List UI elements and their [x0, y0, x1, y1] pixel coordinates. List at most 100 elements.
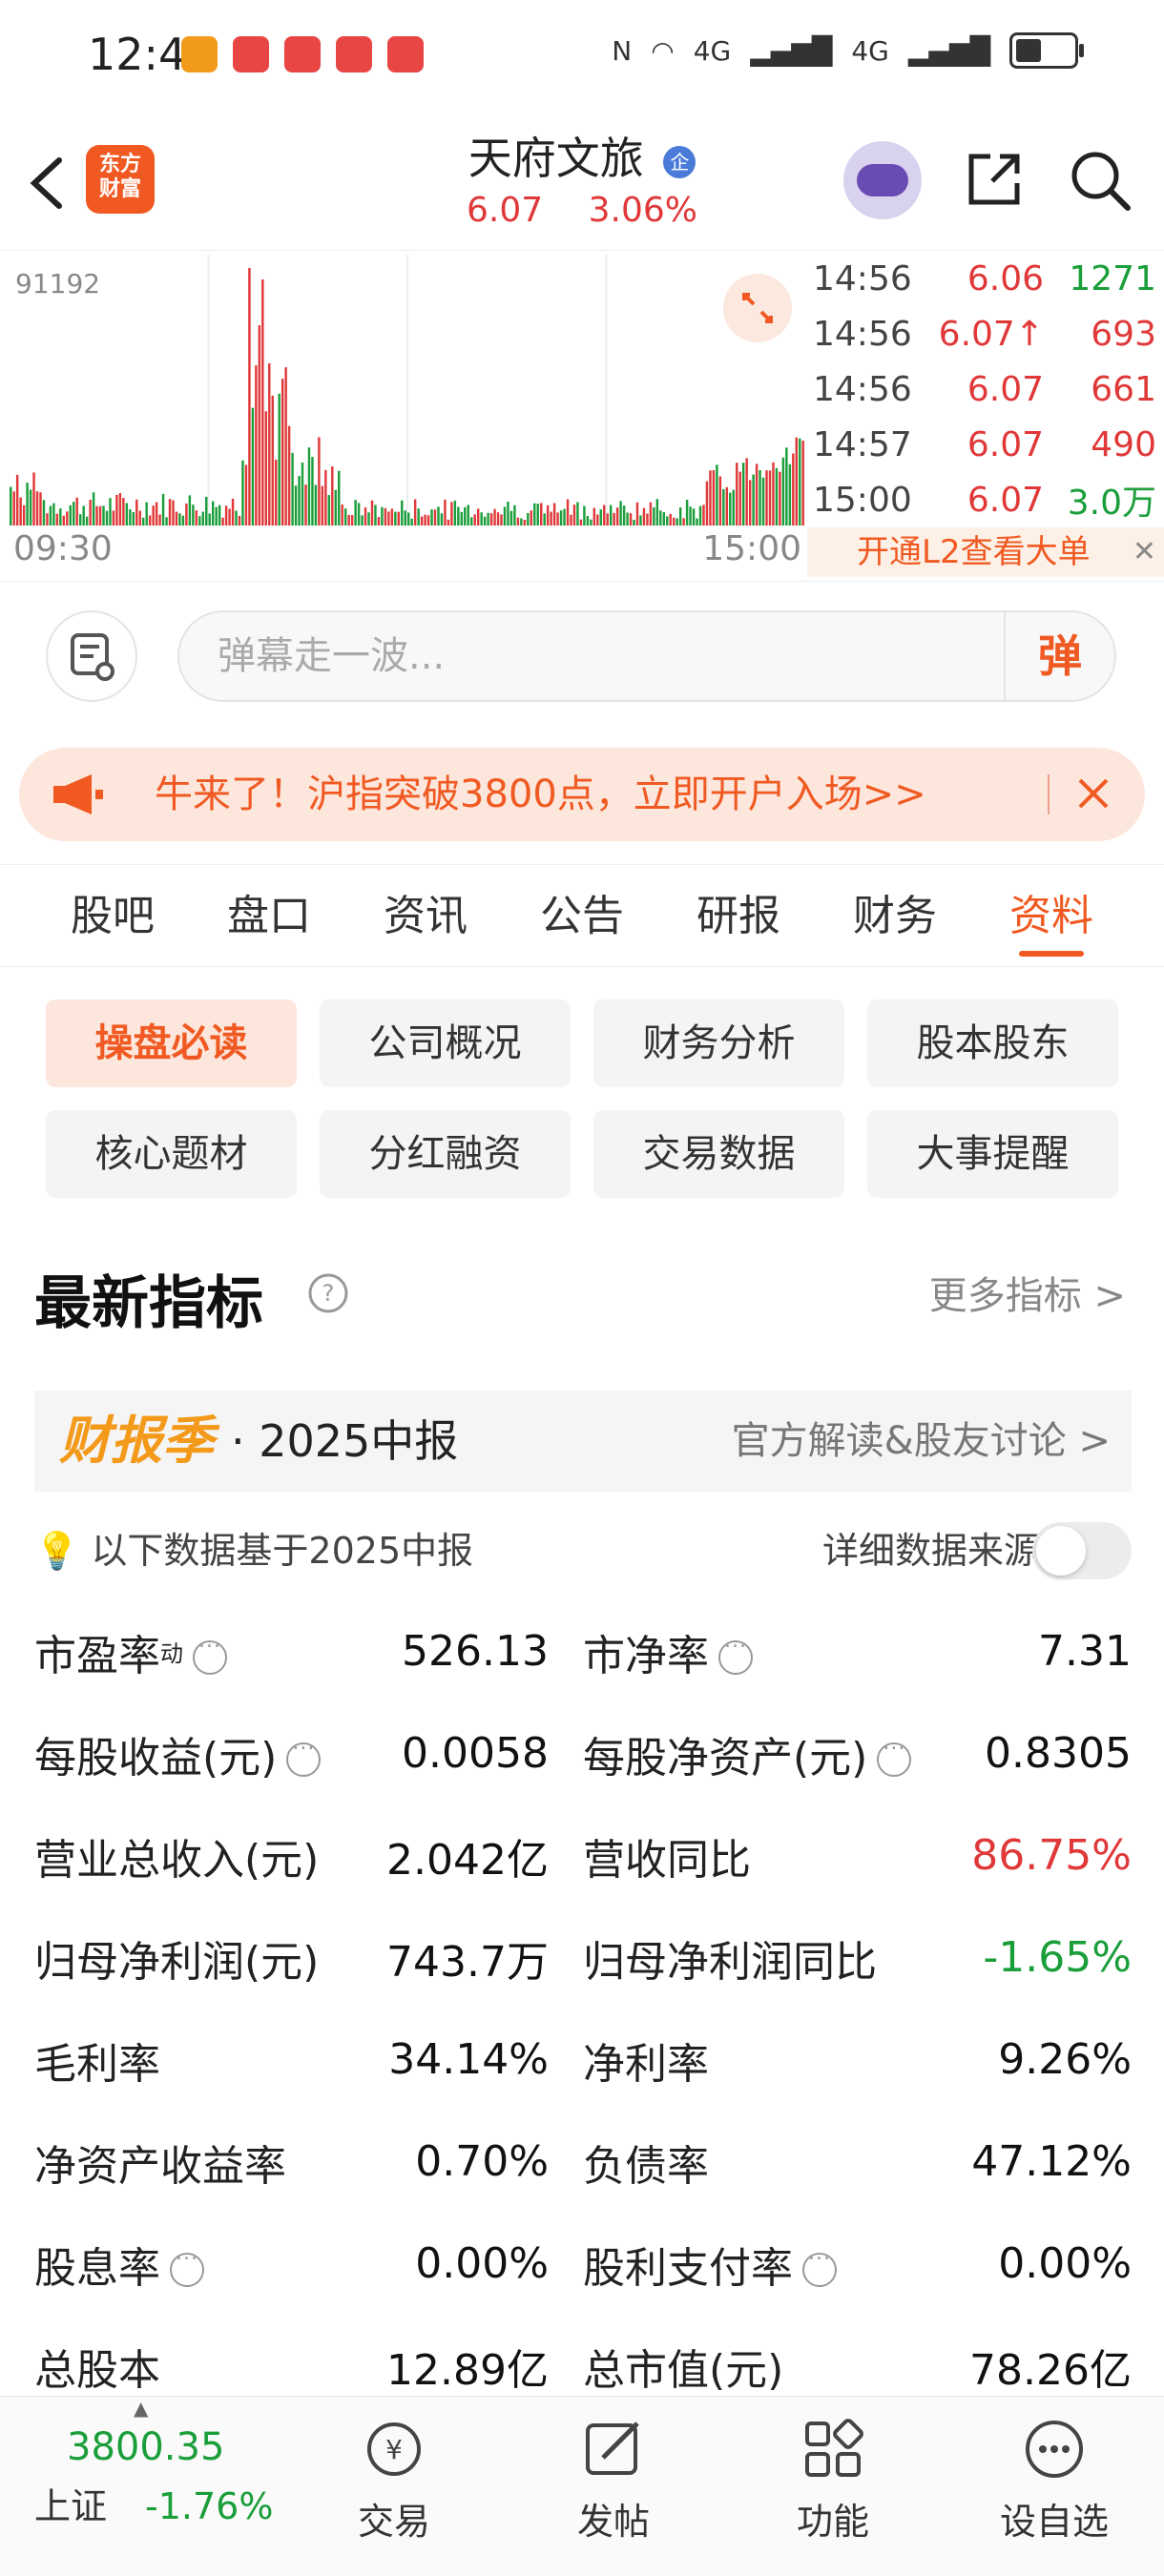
- info-icon[interactable]: [193, 1629, 227, 1675]
- danmu-send-button[interactable]: 弹: [1004, 612, 1114, 700]
- nav-functions[interactable]: 功能: [761, 2416, 904, 2545]
- subtab-5[interactable]: 分红融资: [320, 1110, 571, 1198]
- volume-bar: [496, 512, 500, 526]
- volume-bar: [530, 510, 533, 526]
- official-discussion-link[interactable]: 官方解读&股友讨论 >: [732, 1391, 1111, 1492]
- report-season-bar[interactable]: 财报季 · 2025中报 官方解读&股友讨论 >: [34, 1391, 1132, 1492]
- nav-watchlist[interactable]: 设自选: [983, 2416, 1126, 2545]
- volume-bar: [19, 497, 22, 526]
- volume-bar: [633, 519, 635, 526]
- volume-bar: [570, 514, 572, 526]
- tick-time: 14:57: [813, 424, 912, 464]
- volume-bar: [238, 515, 241, 526]
- subtab-4[interactable]: 核心题材: [46, 1110, 297, 1198]
- volume-bar: [255, 365, 258, 526]
- indicator-label: 归母净利润(元): [34, 1937, 320, 1987]
- info-icon[interactable]: [286, 1731, 322, 1777]
- indicator-value: 0.8305: [985, 1729, 1132, 1778]
- volume-bars: [10, 255, 804, 526]
- volume-bar: [718, 476, 722, 526]
- volume-bar: [550, 511, 552, 526]
- info-icon[interactable]: [877, 1731, 912, 1777]
- tab-5[interactable]: 财务: [853, 865, 937, 966]
- tab-1[interactable]: 盘口: [227, 865, 311, 966]
- indicator-cell: 每股收益(元) 0.0058: [34, 1723, 583, 1784]
- volume-bar: [241, 460, 244, 526]
- volume-bar: [145, 502, 148, 526]
- volume-bar: [586, 515, 590, 526]
- volume-bar: [307, 447, 311, 526]
- volume-bar: [596, 514, 599, 526]
- tab-4[interactable]: 研报: [696, 865, 780, 966]
- volume-bar: [314, 484, 318, 526]
- nav-post[interactable]: 发帖: [542, 2416, 685, 2545]
- x-end-label: 15:00: [702, 529, 801, 568]
- subtab-2[interactable]: 财务分析: [593, 999, 844, 1087]
- section-title: 最新指标: [34, 1270, 263, 1337]
- subtab-0[interactable]: 操盘必读: [46, 999, 297, 1087]
- help-icon[interactable]: ?: [307, 1272, 349, 1314]
- volume-bar: [384, 507, 387, 526]
- collapse-arrow-icon[interactable]: ▲: [134, 2397, 148, 2420]
- danmu-settings-icon: [71, 633, 114, 681]
- volume-bar: [761, 477, 765, 526]
- volume-bar: [78, 514, 82, 526]
- volume-bar: [792, 453, 795, 526]
- subtab-7[interactable]: 大事提醒: [867, 1110, 1118, 1198]
- volume-bar: [606, 513, 609, 526]
- close-icon[interactable]: [1074, 774, 1112, 813]
- subtab-3[interactable]: 股本股东: [867, 999, 1118, 1087]
- volume-bar: [705, 481, 709, 526]
- danmu-settings-button[interactable]: [46, 610, 137, 702]
- indicator-label: 每股收益(元): [34, 1733, 278, 1783]
- close-icon[interactable]: ✕: [1133, 527, 1156, 577]
- indicator-label: 归母净利润同比: [583, 1937, 877, 1987]
- volume-bar: [629, 513, 633, 526]
- expand-icon[interactable]: [723, 274, 792, 342]
- volume-bar: [615, 507, 619, 526]
- volume-bar: [26, 483, 29, 526]
- network-label: 4G: [693, 34, 732, 67]
- info-icon[interactable]: [170, 2241, 204, 2287]
- tick-row: 14:56 6.07 661: [813, 361, 1164, 417]
- volume-bar: [377, 517, 381, 526]
- indicator-label: 负债率: [583, 2141, 709, 2191]
- share-icon[interactable]: [964, 149, 1025, 210]
- volume-bar: [52, 503, 55, 526]
- promo-banner[interactable]: 牛来了！沪指突破3800点，立即开户入场>>: [19, 748, 1145, 841]
- indicator-value: 7.31: [1038, 1627, 1132, 1676]
- l2-upgrade-link[interactable]: 开通L2查看大单 ✕: [807, 527, 1164, 577]
- info-icon[interactable]: [802, 2241, 837, 2287]
- volume-bar: [676, 518, 678, 526]
- volume-bar: [192, 505, 195, 526]
- search-icon[interactable]: [1067, 147, 1133, 214]
- subtab-1[interactable]: 公司概况: [320, 999, 571, 1087]
- volume-bar: [609, 505, 613, 526]
- tab-0[interactable]: 股吧: [71, 865, 155, 966]
- nav-trade[interactable]: ¥ 交易: [322, 2416, 466, 2545]
- indicator-cell: 净利率 9.26%: [583, 2030, 1132, 2091]
- tab-2[interactable]: 资讯: [384, 865, 468, 966]
- volume-bar: [592, 507, 596, 526]
- volume-bar: [613, 512, 615, 526]
- more-indicators-link[interactable]: 更多指标 >: [929, 1265, 1126, 1320]
- assistant-robot-icon[interactable]: [843, 141, 922, 219]
- volume-bar: [62, 515, 66, 526]
- tab-6[interactable]: 资料: [1009, 865, 1093, 966]
- indicator-row: 市盈率动 526.13 市净率 7.31: [34, 1600, 1132, 1702]
- volume-bar: [118, 493, 122, 526]
- index-name: 上证: [34, 2485, 108, 2527]
- detail-tabs: 股吧 盘口 资讯 公告 研报 财务 资料: [0, 864, 1164, 967]
- danmu-input[interactable]: 弹幕走一波... 弹: [177, 610, 1116, 702]
- data-source-toggle[interactable]: [1032, 1522, 1132, 1579]
- volume-bar: [483, 516, 487, 526]
- indicator-row: 归母净利润(元) 743.7万 归母净利润同比 -1.65%: [34, 1906, 1132, 2009]
- volume-bar: [321, 485, 324, 526]
- tab-3[interactable]: 公告: [540, 865, 624, 966]
- index-widget[interactable]: 3800.35 上证 -1.76%: [34, 2425, 273, 2529]
- volume-bar: [473, 514, 476, 526]
- subtab-6[interactable]: 交易数据: [593, 1110, 844, 1198]
- info-icon[interactable]: [718, 1629, 753, 1675]
- volume-bar: [294, 485, 298, 526]
- indicator-value: -1.65%: [983, 1933, 1132, 1982]
